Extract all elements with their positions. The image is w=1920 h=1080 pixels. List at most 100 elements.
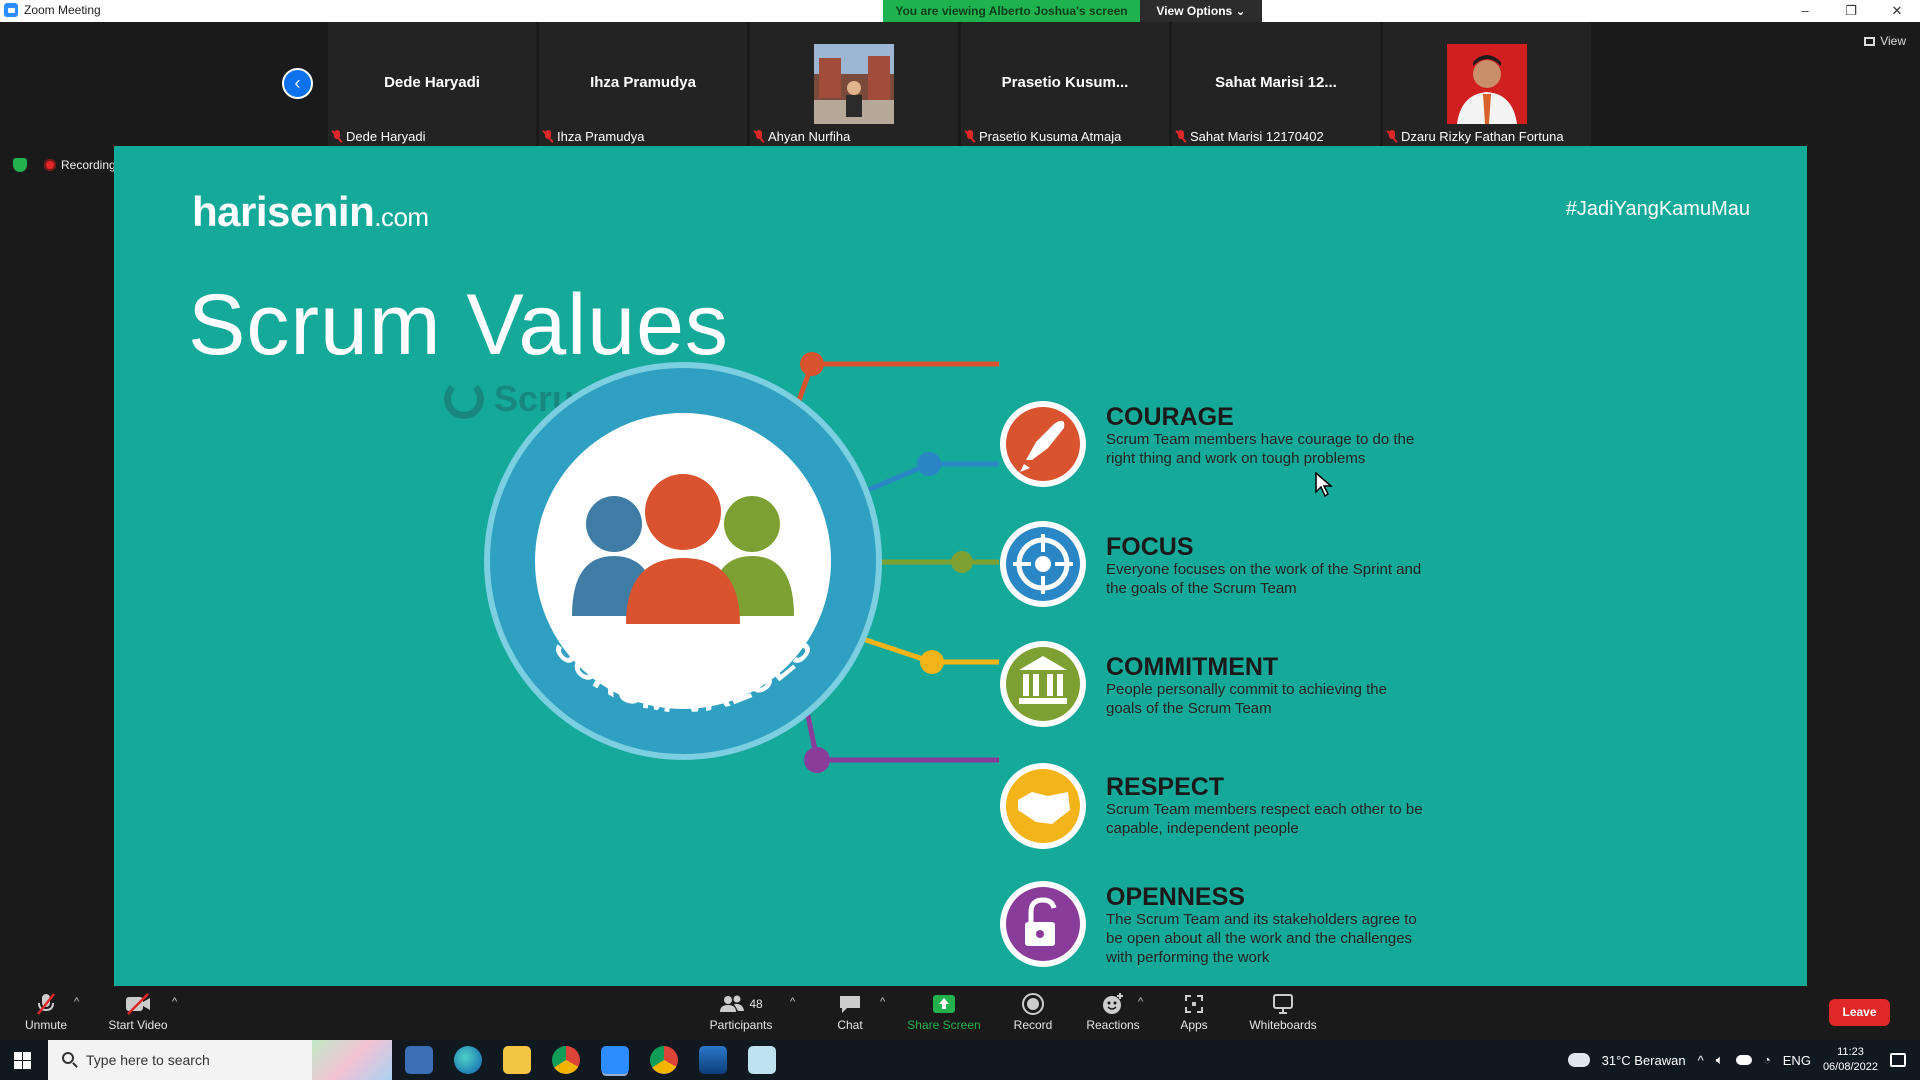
participant-name: Dzaru Rizky Fathan Fortuna [1401, 129, 1564, 144]
windows-start-icon[interactable] [14, 1052, 31, 1069]
gallery-view-icon [1864, 36, 1876, 46]
share-screen-label: Share Screen [907, 1018, 981, 1032]
security-shield-icon[interactable] [13, 158, 27, 172]
participant-display-name: Ihza Pramudya [590, 74, 696, 91]
value-heading: COMMITMENT [1106, 653, 1279, 681]
chat-options-caret[interactable]: ^ [880, 996, 885, 1008]
chrome-browser-icon[interactable] [552, 1046, 580, 1074]
participant-count: 48 [749, 997, 763, 1011]
show-hidden-icons[interactable]: ^ [1698, 1053, 1704, 1068]
participants-label: Participants [709, 1018, 773, 1032]
apps-icon [1185, 995, 1203, 1013]
view-options-button[interactable]: View Options ⌄ [1140, 0, 1262, 22]
participant-tile[interactable]: Sahat Marisi 12... Sahat Marisi 12170402 [1172, 22, 1380, 146]
photos-app-icon[interactable] [699, 1046, 727, 1074]
whiteboard-icon [1273, 994, 1293, 1014]
record-button[interactable]: Record [1010, 992, 1056, 1032]
chat-label: Chat [837, 1018, 863, 1032]
value-description: The Scrum Team and its stakeholders agre… [1106, 911, 1417, 966]
search-icon [62, 1052, 74, 1064]
participant-tile[interactable]: Dede Haryadi Dede Haryadi [328, 22, 536, 146]
whiteboards-button[interactable]: Whiteboards [1246, 992, 1320, 1032]
participant-name: Prasetio Kusuma Atmaja [979, 129, 1122, 144]
video-off-icon [126, 993, 150, 1015]
audio-options-caret[interactable]: ^ [74, 996, 79, 1008]
team-member-center-icon [645, 474, 721, 550]
input-language[interactable]: ENG [1783, 1053, 1811, 1068]
participants-button[interactable]: 48 Participants [706, 992, 776, 1032]
close-button[interactable]: ✕ [1874, 0, 1920, 22]
start-video-label: Start Video [108, 1018, 168, 1032]
taskbar-search-box[interactable]: Type here to search [48, 1040, 392, 1080]
search-placeholder: Type here to search [86, 1052, 210, 1068]
mic-muted-icon [1176, 130, 1186, 143]
weather-icon [1567, 1053, 1590, 1067]
windows-taskbar: Type here to search 31°C Berawan ^ 🔈︎ ◔ … [0, 1040, 1920, 1080]
mic-muted-icon [1387, 130, 1397, 143]
video-options-caret[interactable]: ^ [172, 996, 177, 1008]
chrome-browser-icon-2[interactable] [650, 1046, 678, 1074]
minimize-button[interactable]: – [1782, 0, 1828, 22]
app-title: Zoom Meeting [4, 3, 101, 17]
notification-center-icon[interactable] [1890, 1053, 1906, 1067]
zoom-app-icon[interactable] [601, 1046, 629, 1074]
chat-button[interactable]: Chat [830, 992, 870, 1032]
reactions-label: Reactions [1086, 1018, 1140, 1032]
apps-button[interactable]: Apps [1176, 992, 1212, 1032]
restore-button[interactable]: ❐ [1828, 0, 1874, 22]
openness-badge-icon [1000, 881, 1086, 967]
value-respect: RESPECT Scrum Team members respect each … [1106, 774, 1426, 838]
view-button[interactable]: View [1864, 34, 1906, 48]
reactions-options-caret[interactable]: ^ [1138, 996, 1143, 1008]
participant-tile[interactable]: Ahyan Nurfiha [750, 22, 958, 146]
volume-icon[interactable]: 🔈︎ [1716, 1052, 1724, 1068]
edge-browser-icon[interactable] [454, 1046, 482, 1074]
meeting-toolbar: Unmute ^ Start Video ^ 48 Participants ^… [0, 986, 1920, 1040]
courage-badge-icon [1000, 401, 1086, 487]
commitment-dot [951, 551, 973, 573]
chat-icon [840, 996, 860, 1013]
share-screen-button[interactable]: Share Screen [906, 992, 982, 1032]
apps-label: Apps [1180, 1018, 1208, 1032]
mic-muted-icon [37, 993, 55, 1015]
weather-text[interactable]: 31°C Berawan [1602, 1053, 1686, 1068]
participant-name: Sahat Marisi 12170402 [1190, 129, 1324, 144]
record-label: Record [1013, 1018, 1053, 1032]
participant-tile[interactable]: Dzaru Rizky Fathan Fortuna [1383, 22, 1591, 146]
title-bar: Zoom Meeting You are viewing Alberto Jos… [0, 0, 1920, 22]
gallery-prev-button[interactable]: ‹ [282, 68, 313, 99]
participant-tile[interactable]: Ihza Pramudya Ihza Pramudya [539, 22, 747, 146]
participant-tile[interactable]: Prasetio Kusum... Prasetio Kusuma Atmaja [961, 22, 1169, 146]
notepad-app-icon[interactable] [748, 1046, 776, 1074]
taskbar-clock[interactable]: 11:23 06/08/2022 [1823, 1045, 1878, 1075]
reactions-button[interactable]: Reactions [1086, 992, 1140, 1032]
recording-dot-icon [44, 159, 56, 171]
value-focus: FOCUS Everyone focuses on the work of th… [1106, 534, 1426, 598]
participant-photo [1447, 44, 1527, 124]
start-video-button[interactable]: Start Video [106, 992, 170, 1032]
clock-date: 06/08/2022 [1822, 1061, 1878, 1073]
participants-icon [720, 995, 745, 1012]
clock-time: 11:23 [1837, 1046, 1864, 1058]
scrum-values-diagram: SCRUM VALUES [484, 352, 1086, 967]
leave-button[interactable]: Leave [1829, 999, 1890, 1026]
unmute-button[interactable]: Unmute [22, 992, 70, 1032]
participants-options-caret[interactable]: ^ [790, 996, 795, 1008]
courage-dot [800, 352, 824, 376]
system-tray: 31°C Berawan ^ 🔈︎ ◔ ENG 11:23 06/08/2022 [1567, 1040, 1920, 1080]
reactions-icon [1103, 993, 1123, 1014]
file-explorer-icon[interactable] [503, 1046, 531, 1074]
value-heading: COURAGE [1106, 403, 1234, 431]
participant-name: Dede Haryadi [346, 129, 426, 144]
participant-name: Ahyan Nurfiha [768, 129, 851, 144]
value-commitment: COMMITMENT People personally commit to a… [1106, 654, 1426, 718]
recording-indicator[interactable]: Recording [44, 158, 116, 172]
store-app-icon[interactable] [405, 1046, 433, 1074]
participant-display-name: Dede Haryadi [384, 74, 480, 91]
mic-muted-icon [543, 130, 553, 143]
wifi-icon[interactable]: ◔ [1764, 1053, 1771, 1067]
value-heading: OPENNESS [1106, 883, 1245, 911]
onedrive-icon[interactable] [1735, 1055, 1752, 1065]
respect-badge-icon [1000, 763, 1086, 849]
value-openness: OPENNESS The Scrum Team and its stakehol… [1106, 884, 1426, 967]
